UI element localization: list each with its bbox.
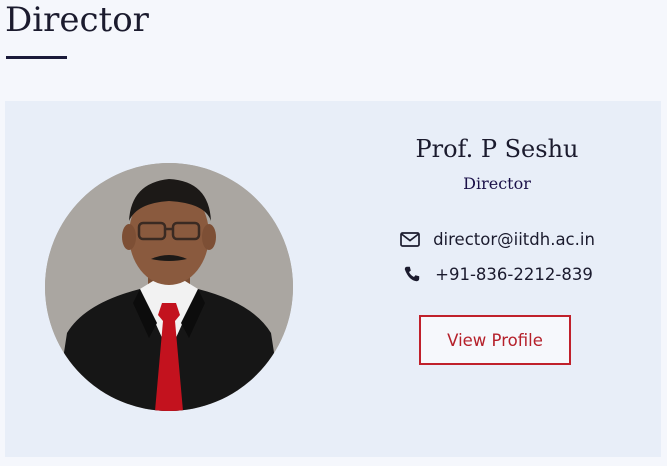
phone-icon bbox=[401, 264, 423, 284]
view-profile-button[interactable]: View Profile bbox=[419, 315, 571, 365]
email-link[interactable]: director@iitdh.ac.in bbox=[433, 230, 595, 249]
section-title: Director bbox=[5, 0, 149, 40]
phone-link[interactable]: +91-836-2212-839 bbox=[435, 265, 593, 284]
phone-row: +91-836-2212-839 bbox=[365, 264, 629, 284]
director-card: Prof. P Seshu Director director@iitdh.ac… bbox=[5, 101, 661, 457]
profile-info: Prof. P Seshu Director director@iitdh.ac… bbox=[365, 101, 629, 457]
title-underline bbox=[6, 56, 67, 59]
envelope-icon bbox=[399, 229, 421, 249]
email-row: director@iitdh.ac.in bbox=[365, 229, 629, 249]
profile-photo bbox=[45, 163, 293, 411]
profile-role: Director bbox=[463, 174, 531, 193]
profile-name: Prof. P Seshu bbox=[415, 135, 579, 163]
